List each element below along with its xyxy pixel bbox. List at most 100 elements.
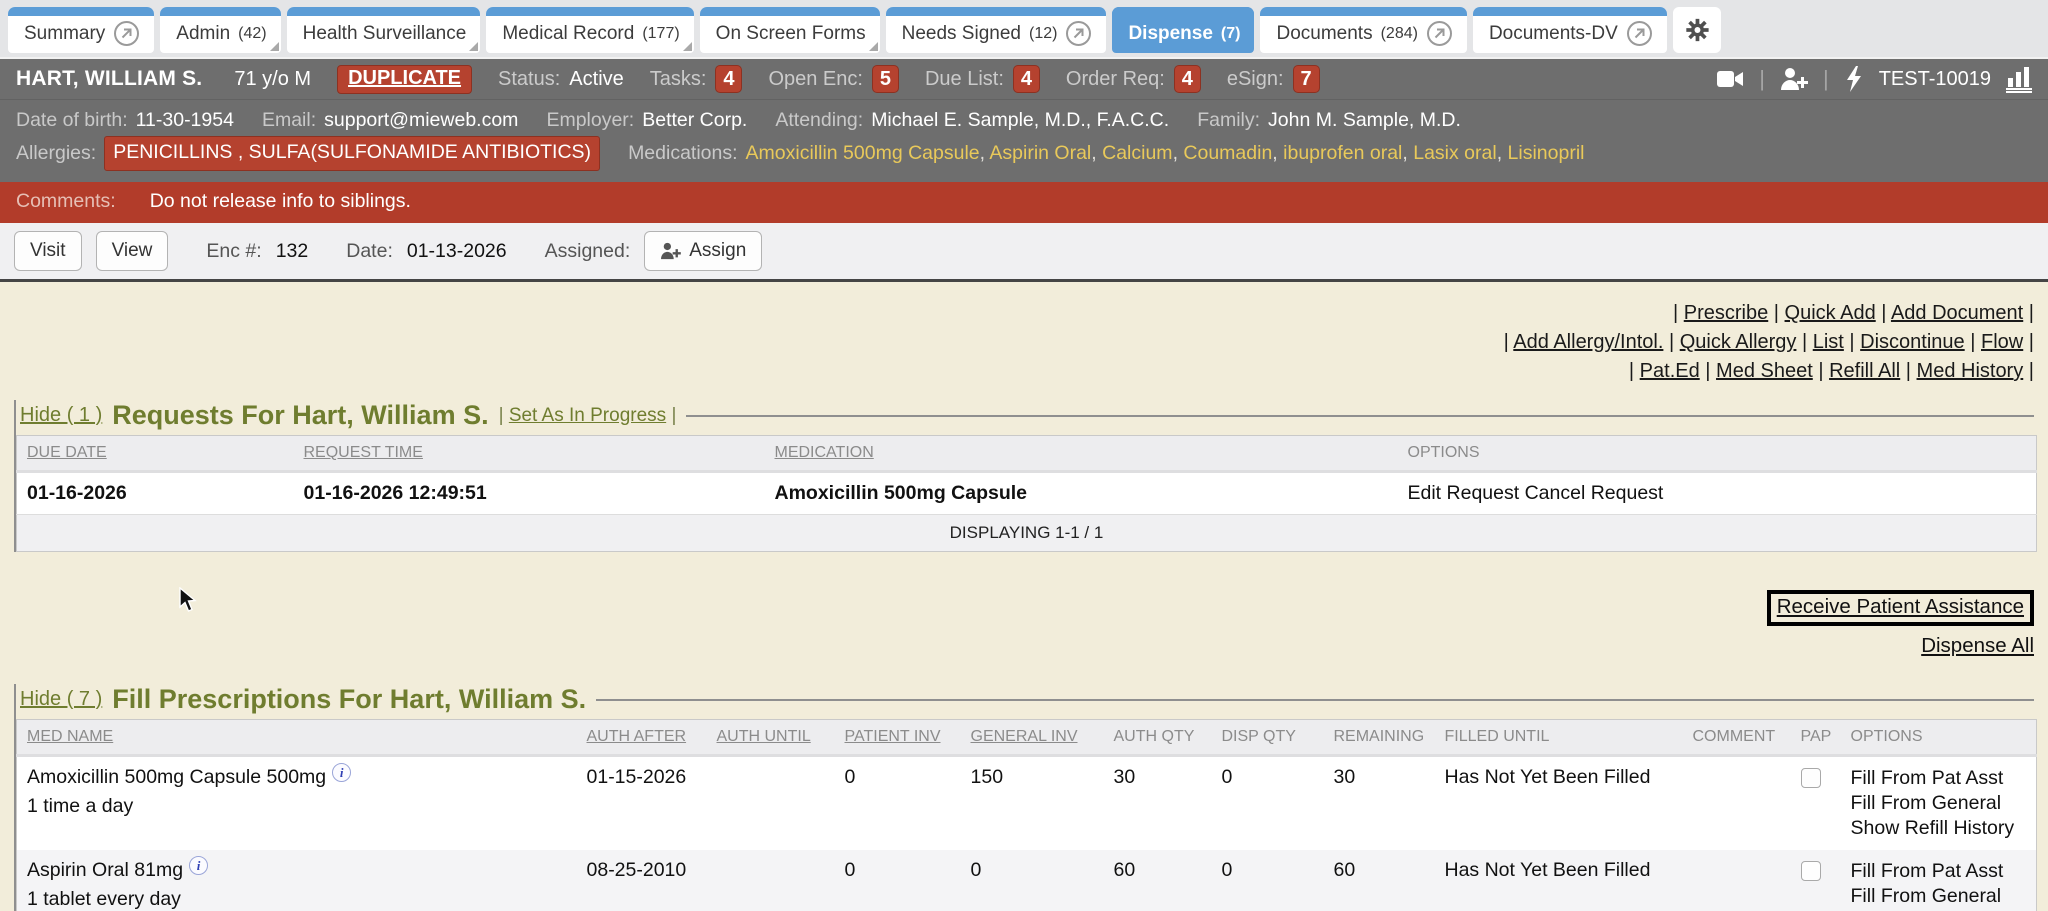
medication-link[interactable]: Lisinopril	[1497, 142, 1585, 164]
tasks-count-badge[interactable]: 4	[715, 65, 742, 93]
med-name: Aspirin Oral 81mg	[27, 859, 183, 882]
add-person-icon[interactable]	[1780, 66, 1808, 92]
quick-add-link[interactable]: Quick Add	[1785, 302, 1876, 324]
allergies-badge[interactable]: PENICILLINS , SULFA(SULFONAMIDE ANTIBIOT…	[104, 136, 600, 171]
add-document-link[interactable]: Add Document	[1891, 302, 2023, 324]
dispense-all-wrap: Dispense All	[14, 634, 2034, 658]
section-rule	[686, 415, 2034, 417]
tab-label: Needs Signed	[902, 23, 1021, 45]
col-med-name[interactable]: MED NAME	[17, 720, 577, 756]
requests-table: DUE DATE REQUEST TIME MEDICATION OPTIONS…	[16, 435, 2037, 552]
open-in-new-icon[interactable]	[1065, 20, 1092, 47]
tab-health-surveillance[interactable]: Health Surveillance	[287, 7, 481, 53]
patient-inv-cell: 0	[835, 756, 961, 851]
pap-checkbox[interactable]	[1801, 861, 1821, 881]
pat-ed-link[interactable]: Pat.Ed	[1640, 360, 1700, 382]
esign-label: eSign:	[1227, 68, 1284, 91]
col-medication[interactable]: MEDICATION	[765, 436, 1398, 472]
medication-link[interactable]: Calcium	[1091, 142, 1172, 164]
settings-gear-icon[interactable]	[1673, 7, 1721, 53]
open-in-new-icon[interactable]	[1626, 20, 1653, 47]
show-refill-history-link[interactable]: Show Refill History	[1851, 816, 2027, 841]
quick-action-lightning-icon[interactable]	[1844, 65, 1864, 93]
fill-row-amoxicillin: Amoxicillin 500mg Capsule 500mgi 1 time …	[17, 756, 2037, 851]
fill-from-general-link[interactable]: Fill From General	[1851, 884, 2027, 909]
video-call-icon[interactable]	[1716, 67, 1744, 91]
col-general-inv[interactable]: GENERAL INV	[961, 720, 1104, 756]
prescribe-link[interactable]: Prescribe	[1684, 302, 1768, 324]
medication-link[interactable]: Lasix oral	[1402, 142, 1496, 164]
requests-hide-link[interactable]: Hide ( 1 )	[20, 404, 102, 427]
edit-request-link[interactable]: Edit Request	[1408, 482, 1520, 504]
family-value: John M. Sample, M.D.	[1268, 105, 1461, 136]
list-link[interactable]: List	[1813, 331, 1844, 353]
open-in-new-icon[interactable]	[113, 20, 140, 47]
col-request-time[interactable]: REQUEST TIME	[294, 436, 765, 472]
tab-medical-record[interactable]: Medical Record (177)	[486, 7, 693, 53]
col-auth-until[interactable]: AUTH UNTIL	[707, 720, 835, 756]
pap-checkbox[interactable]	[1801, 768, 1821, 788]
tab-documents-dv[interactable]: Documents-DV	[1473, 7, 1667, 53]
patient-age-sex: 71 y/o M	[234, 68, 311, 91]
esign-count-badge[interactable]: 7	[1293, 65, 1320, 93]
flowsheet-chart-icon[interactable]	[2006, 66, 2032, 93]
col-pap: PAP	[1791, 720, 1841, 756]
quick-allergy-link[interactable]: Quick Allergy	[1680, 331, 1797, 353]
medication-link[interactable]: Aspirin Oral	[980, 142, 1092, 164]
auth-until-cell	[707, 756, 835, 851]
disp-qty-cell: 0	[1212, 756, 1324, 851]
tab-admin[interactable]: Admin (42)	[160, 7, 280, 53]
tab-summary[interactable]: Summary	[8, 7, 154, 53]
refill-all-link[interactable]: Refill All	[1829, 360, 1900, 382]
tab-documents[interactable]: Documents (284)	[1260, 7, 1466, 53]
info-icon[interactable]: i	[332, 763, 351, 782]
med-sig: 1 tablet every day	[27, 888, 567, 911]
remaining-cell: 30	[1324, 756, 1435, 851]
add-person-icon	[660, 241, 682, 261]
open-in-new-icon[interactable]	[1426, 20, 1453, 47]
col-auth-after[interactable]: AUTH AFTER	[577, 720, 707, 756]
set-as-in-progress-link[interactable]: Set As In Progress	[509, 405, 666, 426]
tab-on-screen-forms[interactable]: On Screen Forms	[700, 7, 880, 53]
dispense-all-link[interactable]: Dispense All	[1921, 634, 2034, 657]
col-patient-inv[interactable]: PATIENT INV	[835, 720, 961, 756]
requests-pagination-row: DISPLAYING 1-1 / 1	[17, 515, 2037, 552]
pap-cell	[1791, 850, 1841, 911]
fill-row-aspirin: Aspirin Oral 81mgi 1 tablet every day 08…	[17, 850, 2037, 911]
fill-from-general-link[interactable]: Fill From General	[1851, 791, 2027, 816]
fill-hide-link[interactable]: Hide ( 7 )	[20, 688, 102, 711]
request-due-date: 01-16-2026	[17, 472, 294, 515]
tab-label: On Screen Forms	[716, 23, 866, 45]
med-name-cell: Aspirin Oral 81mg i 1 tablet every day	[17, 850, 577, 911]
open-enc-count-badge[interactable]: 5	[872, 65, 899, 93]
discontinue-link[interactable]: Discontinue	[1860, 331, 1965, 353]
visit-button[interactable]: Visit	[14, 231, 82, 271]
tab-dispense[interactable]: Dispense (7)	[1112, 7, 1254, 53]
medication-link[interactable]: Amoxicillin 500mg Capsule	[746, 142, 980, 164]
info-icon[interactable]: i	[189, 856, 208, 875]
medication-link[interactable]: ibuprofen oral	[1272, 142, 1402, 164]
system-id: TEST-10019	[1879, 68, 1991, 91]
medication-link[interactable]: Coumadin	[1173, 142, 1273, 164]
tab-label: Admin	[176, 23, 230, 45]
med-sheet-link[interactable]: Med Sheet	[1716, 360, 1813, 382]
duplicate-badge[interactable]: DUPLICATE	[337, 65, 472, 94]
date-label: Date:	[346, 240, 393, 263]
due-list-count-badge[interactable]: 4	[1013, 65, 1040, 93]
order-req-count-badge[interactable]: 4	[1174, 65, 1201, 93]
tab-count: (7)	[1221, 25, 1241, 43]
receive-patient-assistance-link[interactable]: Receive Patient Assistance	[1777, 595, 2024, 618]
requests-section: Hide ( 1 ) Requests For Hart, William S.…	[14, 400, 2034, 552]
fill-from-pat-asst-link[interactable]: Fill From Pat Asst	[1851, 859, 2027, 884]
cancel-request-link[interactable]: Cancel Request	[1525, 482, 1664, 504]
med-history-link[interactable]: Med History	[1917, 360, 2024, 382]
employer-label: Employer:	[546, 105, 634, 136]
col-due-date[interactable]: DUE DATE	[17, 436, 294, 472]
fill-from-pat-asst-link[interactable]: Fill From Pat Asst	[1851, 766, 2027, 791]
view-button[interactable]: View	[96, 231, 169, 271]
auth-qty-cell: 60	[1104, 850, 1212, 911]
tab-needs-signed[interactable]: Needs Signed (12)	[886, 7, 1107, 53]
flow-link[interactable]: Flow	[1981, 331, 2023, 353]
add-allergy-link[interactable]: Add Allergy/Intol.	[1513, 331, 1663, 353]
assign-button[interactable]: Assign	[644, 231, 762, 271]
